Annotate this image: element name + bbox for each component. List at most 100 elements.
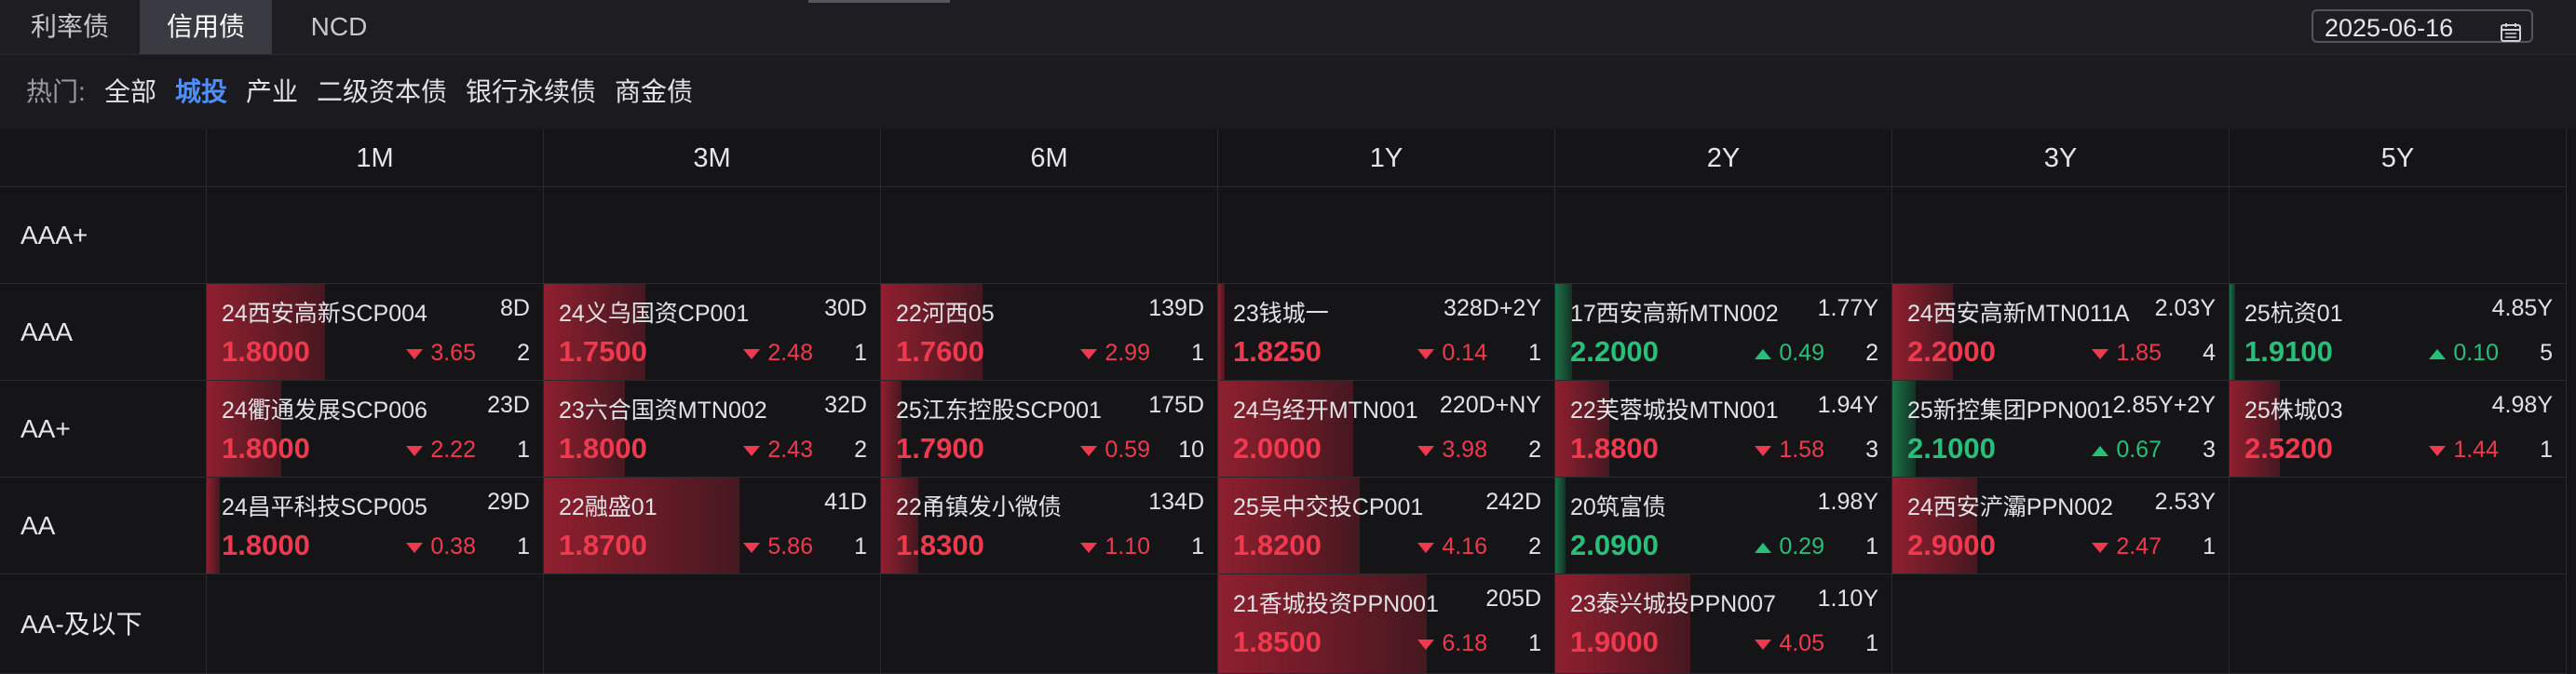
bond-count: 2 <box>854 437 867 463</box>
bond-change-value: 3.98 <box>1442 437 1487 463</box>
bond-change: 3.65 <box>406 340 476 367</box>
bond-change-value: 0.59 <box>1105 437 1150 463</box>
bond-cell[interactable]: 25杭资01 4.85Y 1.9100 0.10 5 <box>2230 284 2567 381</box>
bond-rate: 1.8000 <box>222 335 310 368</box>
bond-cell[interactable]: 24乌经开MTN001 220D+NY 2.0000 3.98 2 <box>1218 381 1555 478</box>
bond-term: 139D <box>1148 295 1204 321</box>
bond-change-value: 1.85 <box>2116 340 2162 366</box>
bond-name: 23泰兴城投PPN007 <box>1570 591 1776 617</box>
arrow-down-icon <box>406 445 424 456</box>
bond-cell[interactable]: 23钱城一 328D+2Y 1.8250 0.14 1 <box>1218 284 1555 381</box>
tab-rates-bond[interactable]: 利率债 <box>0 0 140 54</box>
bond-change: 1.85 <box>2092 340 2162 367</box>
bond-cell[interactable]: 21香城投资PPN001 205D 1.8500 6.18 1 <box>1218 574 1555 674</box>
bond-cell[interactable]: 22甬镇发小微债 134D 1.8300 1.10 1 <box>881 478 1218 574</box>
calendar-icon[interactable] <box>2500 18 2522 51</box>
bond-change-value: 2.43 <box>767 437 813 463</box>
bond-change: 0.38 <box>406 533 476 560</box>
bond-count: 1 <box>517 533 530 559</box>
bond-cell[interactable]: 24西安高新MTN011A 2.03Y 2.2000 1.85 4 <box>1892 284 2230 381</box>
bond-count: 3 <box>2203 437 2216 463</box>
bond-name: 25吴中交投CP001 <box>1233 494 1424 520</box>
bond-cell[interactable]: 24西安浐灞PPN002 2.53Y 2.9000 2.47 1 <box>1892 478 2230 574</box>
bond-name: 25江东控股SCP001 <box>896 398 1102 424</box>
bond-name: 24西安高新MTN011A <box>1907 301 2130 327</box>
bond-rate: 1.8200 <box>1233 529 1322 561</box>
bond-name: 21香城投资PPN001 <box>1233 591 1439 617</box>
bond-term: 32D <box>824 392 867 418</box>
arrow-down-icon <box>1417 348 1435 359</box>
change-magnitude-bar <box>1218 284 1226 380</box>
bond-term: 2.85Y+2Y <box>2112 392 2216 418</box>
bond-count: 1 <box>1528 630 1541 656</box>
bond-rate: 1.9000 <box>1570 626 1659 658</box>
filter-bank-perpetual[interactable]: 银行永续债 <box>466 55 596 129</box>
bond-cell[interactable]: 24义乌国资CP001 30D 1.7500 2.48 1 <box>544 284 881 381</box>
bond-term: 328D+2Y <box>1444 295 1541 321</box>
filter-industry[interactable]: 产业 <box>246 55 298 129</box>
bond-change-value: 3.65 <box>430 340 476 366</box>
date-picker[interactable]: 2025-06-16 <box>2312 9 2533 43</box>
bond-change-value: 2.22 <box>430 437 476 463</box>
column-header-1y: 1Y <box>1218 129 1555 187</box>
bond-count: 1 <box>854 340 867 366</box>
bond-cell[interactable]: 22河西05 139D 1.7600 2.99 1 <box>881 284 1218 381</box>
bond-rate: 1.7900 <box>896 432 984 465</box>
bond-change-value: 0.29 <box>1779 533 1824 559</box>
bond-count: 1 <box>1865 533 1878 559</box>
bond-count: 1 <box>1528 340 1541 366</box>
bond-cell[interactable]: 17西安高新MTN002 1.77Y 2.2000 0.49 2 <box>1555 284 1892 381</box>
column-header-6m: 6M <box>881 129 1218 187</box>
yield-matrix: 1M 3M 6M 1Y 2Y 3Y 5Y AAA+ AAA AA+ AA AA-… <box>0 129 2567 674</box>
tab-ncd[interactable]: NCD <box>272 0 406 54</box>
bond-cell[interactable]: 25吴中交投CP001 242D 1.8200 4.16 2 <box>1218 478 1555 574</box>
row-label-aaa-plus: AAA+ <box>0 187 207 284</box>
bond-change-value: 4.16 <box>1442 533 1487 559</box>
bond-count: 1 <box>854 533 867 559</box>
bond-cell[interactable]: 25株城03 4.98Y 2.5200 1.44 1 <box>2230 381 2567 478</box>
bond-rate: 1.7500 <box>559 335 647 368</box>
bond-name: 24西安浐灞PPN002 <box>1907 494 2113 520</box>
bond-change: 0.59 <box>1080 437 1150 464</box>
bond-cell[interactable]: 24西安高新SCP004 8D 1.8000 3.65 2 <box>207 284 544 381</box>
filter-all[interactable]: 全部 <box>104 55 156 129</box>
tab-credit-bond[interactable]: 信用债 <box>140 0 272 54</box>
bond-cell[interactable]: 20筑富债 1.98Y 2.0900 0.29 1 <box>1555 478 1892 574</box>
bond-change: 2.48 <box>743 340 813 367</box>
column-header-3m: 3M <box>544 129 881 187</box>
bond-count: 10 <box>1178 437 1204 463</box>
arrow-down-icon <box>1755 445 1772 456</box>
bond-cell[interactable]: 24昌平科技SCP005 29D 1.8000 0.38 1 <box>207 478 544 574</box>
bond-cell[interactable]: 25江东控股SCP001 175D 1.7900 0.59 10 <box>881 381 1218 478</box>
bond-count: 2 <box>517 340 530 366</box>
bond-count: 1 <box>1191 533 1204 559</box>
bond-change: 2.99 <box>1080 340 1150 367</box>
empty-cell <box>544 574 881 674</box>
bond-name: 17西安高新MTN002 <box>1570 301 1779 327</box>
bond-cell[interactable]: 22融盛01 41D 1.8700 5.86 1 <box>544 478 881 574</box>
bond-cell[interactable]: 24衢通发展SCP006 23D 1.8000 2.22 1 <box>207 381 544 478</box>
arrow-up-icon <box>2092 445 2109 456</box>
bond-change: 2.22 <box>406 437 476 464</box>
bond-rate: 2.0000 <box>1233 432 1322 465</box>
bond-rate: 1.7600 <box>896 335 984 368</box>
bond-cell[interactable]: 23泰兴城投PPN007 1.10Y 1.9000 4.05 1 <box>1555 574 1892 674</box>
bond-change: 3.98 <box>1417 437 1487 464</box>
top-scroll-indicator <box>808 0 950 3</box>
bond-cell[interactable]: 25新控集团PPN001 2.85Y+2Y 2.1000 0.67 3 <box>1892 381 2230 478</box>
filter-tier2-capital[interactable]: 二级资本债 <box>317 55 447 129</box>
empty-cell <box>2230 187 2567 284</box>
bond-change: 5.86 <box>743 533 813 560</box>
bond-rate: 1.8000 <box>559 432 647 465</box>
bond-rate: 2.9000 <box>1907 529 1996 561</box>
bond-cell[interactable]: 23六合国资MTN002 32D 1.8000 2.43 2 <box>544 381 881 478</box>
filter-chengtou[interactable]: 城投 <box>175 55 227 129</box>
filter-commercial-financial[interactable]: 商金债 <box>615 55 693 129</box>
bond-change-value: 2.47 <box>2116 533 2162 559</box>
bond-change-value: 1.58 <box>1779 437 1824 463</box>
column-header-5y: 5Y <box>2230 129 2567 187</box>
empty-cell <box>2230 478 2567 574</box>
top-tab-bar: 利率债 信用债 NCD 2025-06-16 <box>0 0 2576 55</box>
bond-rate: 2.0900 <box>1570 529 1659 561</box>
bond-cell[interactable]: 22芙蓉城投MTN001 1.94Y 1.8800 1.58 3 <box>1555 381 1892 478</box>
